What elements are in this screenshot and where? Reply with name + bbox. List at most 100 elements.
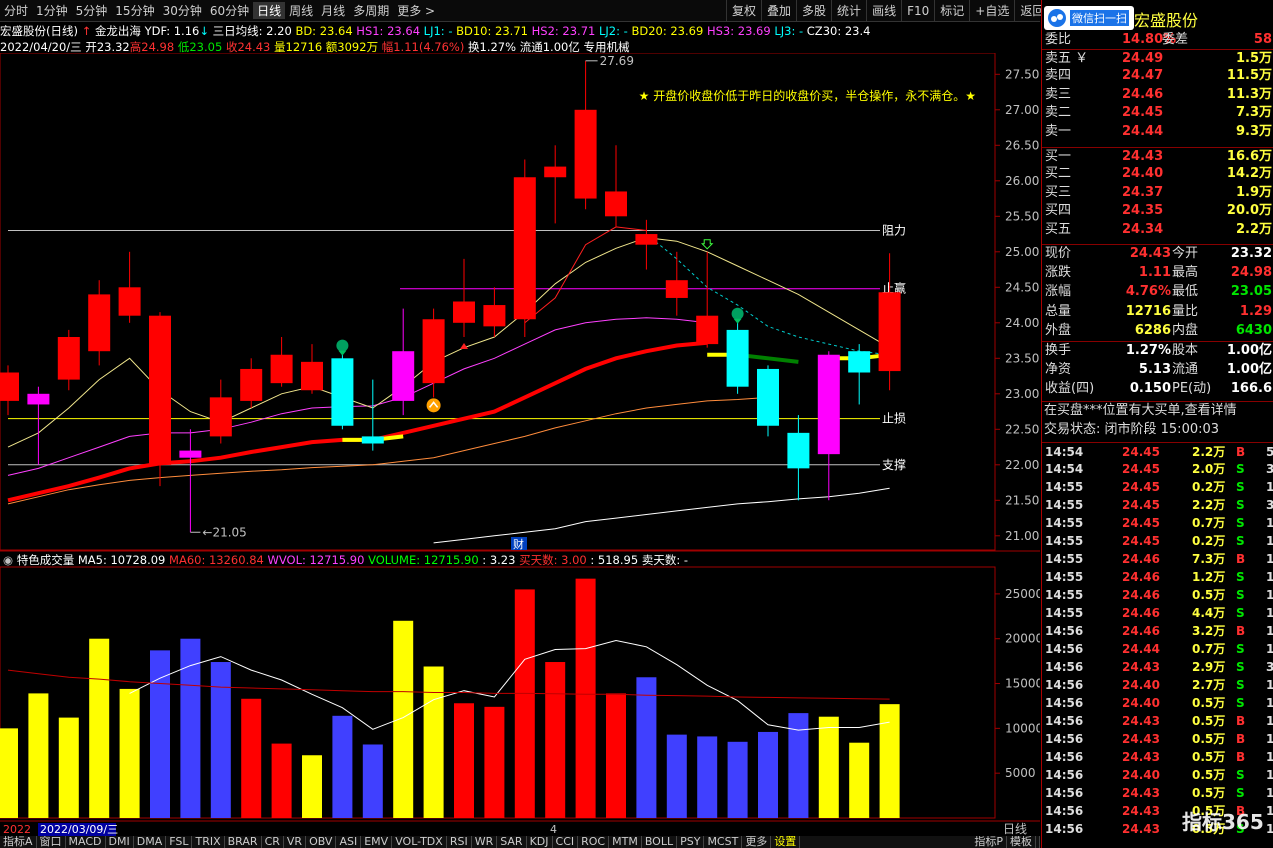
toolbar-button-6[interactable]: 标记 — [934, 0, 969, 22]
volume-bar — [484, 706, 505, 818]
tick-side: S — [1236, 588, 1245, 602]
indicator-tab-20[interactable]: MTM — [609, 836, 642, 848]
period-tab-6[interactable]: 日线 — [253, 2, 286, 19]
tick-row: 14:55 24.46 7.3万 B 1 — [1042, 550, 1273, 568]
period-tab-3[interactable]: 15分钟 — [111, 2, 158, 19]
candle-body — [149, 315, 171, 465]
toolbar-button-2[interactable]: 多股 — [796, 0, 831, 22]
sell-row-3-cell-2: 7.3万 — [1235, 105, 1272, 121]
candle-body — [179, 450, 202, 458]
indicator-tab-11[interactable]: ASI — [336, 836, 362, 848]
period-tab-7[interactable]: 周线 — [285, 2, 317, 19]
toolbar-button-4[interactable]: 画线 — [866, 0, 901, 22]
low-value: 低23.05 — [177, 40, 223, 54]
sell-row-4-cell-1: 24.44 — [1122, 123, 1164, 139]
indicator-tab-18[interactable]: CCI — [553, 836, 579, 848]
indicator-tab-8[interactable]: CR — [262, 836, 284, 848]
indicator-tab-4[interactable]: DMA — [134, 836, 167, 848]
indicator-tab-3[interactable]: DMI — [106, 836, 134, 848]
wechat-scan-badge[interactable]: 微信扫一扫 — [1044, 6, 1134, 30]
tick-time: 14:55 — [1045, 516, 1084, 530]
tick-side: B — [1236, 552, 1246, 566]
period-tab-0[interactable]: 分时 — [0, 2, 32, 19]
indicator-tab-2[interactable]: MACD — [66, 836, 106, 848]
indicator-tab-17[interactable]: KDJ — [527, 836, 553, 848]
tick-row: 14:55 24.45 0.7万 S 1 — [1042, 514, 1273, 532]
date-cursor-label: 2022/03/09/三 — [40, 823, 118, 836]
toolbar-button-5[interactable]: F10 — [901, 0, 934, 22]
panel-stock-name: 宏盛股份 — [1134, 11, 1199, 30]
indicator-tab-5[interactable]: FSL — [166, 836, 193, 848]
period-tab-1[interactable]: 1分钟 — [32, 2, 72, 19]
kline-chart[interactable]: 21.00 21.50 22.00 22.50 23.00 23.50 24.00 24.50… — [0, 53, 1040, 836]
sanri-value: 三日均线: 2.20 — [212, 24, 292, 38]
quote2-row-0-cell-1: 1.27% — [1125, 343, 1171, 358]
indicator-tab-25[interactable]: 设置 — [771, 836, 801, 848]
cloud-icon — [1048, 9, 1066, 27]
turnover-value: 换1.27% — [468, 40, 517, 54]
tick-side: S — [1236, 606, 1245, 620]
buy-row-4-cell-1: 24.34 — [1122, 221, 1164, 237]
vol-y-tick-label: 15000 — [1005, 677, 1040, 691]
volume-info-part-3: MA60: 13260.84 — [169, 553, 267, 567]
indicator-tab-1[interactable]: 窗口 — [37, 836, 66, 848]
sell-row-1-cell-0: 卖四 — [1045, 68, 1072, 84]
tick-volume: 2.2万 — [1192, 498, 1226, 512]
period-tab-5[interactable]: 60分钟 — [206, 2, 253, 19]
toolbar-button-3[interactable]: 统计 — [831, 0, 866, 22]
indicator-tab-21[interactable]: BOLL — [642, 836, 678, 848]
toolbar-button-1[interactable]: 叠加 — [761, 0, 796, 22]
indicator-tab-22[interactable]: PSY — [677, 836, 705, 848]
jinlong-label: 金龙出海 — [94, 24, 141, 38]
tick-row: 14:54 24.45 2.0万 S 3 — [1042, 460, 1273, 478]
indicator-tab-6[interactable]: TRIX — [192, 836, 225, 848]
period-tab-2[interactable]: 5分钟 — [72, 2, 112, 19]
toolbar-button-0[interactable]: 复权 — [726, 0, 761, 22]
indicator-tab-13[interactable]: VOL-TDX — [392, 836, 447, 848]
volume-info-part-5: VOLUME: 12715.90 — [368, 553, 482, 567]
indicator-tab-9[interactable]: VR — [284, 836, 307, 848]
period-tab-10[interactable]: 更多 > — [393, 2, 439, 19]
tick-price: 24.43 — [1122, 732, 1160, 746]
volume-bar — [332, 715, 353, 818]
indicator-tab-0[interactable]: 指标A — [0, 836, 37, 848]
month-mark: 4 — [550, 823, 557, 836]
quote2-row-2-cell-3: 166.6 — [1230, 381, 1272, 396]
indicator-tab-10[interactable]: OBV — [306, 836, 337, 848]
quote2-row-0-cell-2: 股本 — [1172, 343, 1199, 358]
indicator-right-tab-0[interactable]: 指标P — [971, 836, 1007, 848]
period-tab-4[interactable]: 30分钟 — [159, 2, 206, 19]
tick-volume: 0.5万 — [1192, 786, 1226, 800]
sell-arrow-icon — [338, 350, 347, 356]
sell-row-3-cell-0: 卖二 — [1045, 105, 1072, 121]
quote-row-4-cell-2: 内盘 — [1172, 323, 1199, 338]
indicator-tab-15[interactable]: WR — [472, 836, 498, 848]
volume-bar — [28, 693, 49, 818]
indicator-tab-24[interactable]: 更多 — [742, 836, 772, 848]
cz30-value: CZ30: 23.4 — [806, 24, 871, 38]
indicator-tab-14[interactable]: RSI — [447, 836, 472, 848]
indicator-tab-12[interactable]: EMV — [361, 836, 393, 848]
indicator-tab-19[interactable]: ROC — [578, 836, 610, 848]
quote2-row-2-cell-0: 收益(四) — [1045, 381, 1095, 396]
indicator-tab-23[interactable]: MCST — [704, 836, 743, 848]
tick-volume: 0.2万 — [1192, 480, 1226, 494]
quote2-row-1: 净资 5.13 流通 1.00亿 — [1042, 361, 1273, 379]
candle-body — [57, 337, 80, 380]
quote-row-0-cell-0: 现价 — [1045, 246, 1072, 261]
open-value: 开23.32 — [85, 40, 130, 54]
panel-title: 微信扫一扫 宏盛股份 — [1042, 2, 1273, 32]
quote-row-3-cell-2: 量比 — [1172, 303, 1199, 319]
tick-time: 14:56 — [1045, 642, 1084, 656]
period-tab-8[interactable]: 月线 — [317, 2, 349, 19]
period-tab-9[interactable]: 多周期 — [349, 2, 393, 19]
indicator-tab-16[interactable]: SAR — [497, 836, 527, 848]
indicator-right-tab-1[interactable]: 模板 — [1007, 836, 1036, 848]
toolbar-button-7[interactable]: +自选 — [969, 0, 1014, 22]
volume-bar — [393, 620, 414, 818]
indicator-tab-7[interactable]: BRAR — [225, 836, 262, 848]
tick-count: 1 — [1266, 750, 1273, 764]
sell-row-0-cell-0: 卖五 ￥ — [1045, 51, 1089, 66]
tick-count: 1 — [1266, 642, 1273, 656]
vol-y-tick-label: 5000 — [1005, 766, 1036, 780]
